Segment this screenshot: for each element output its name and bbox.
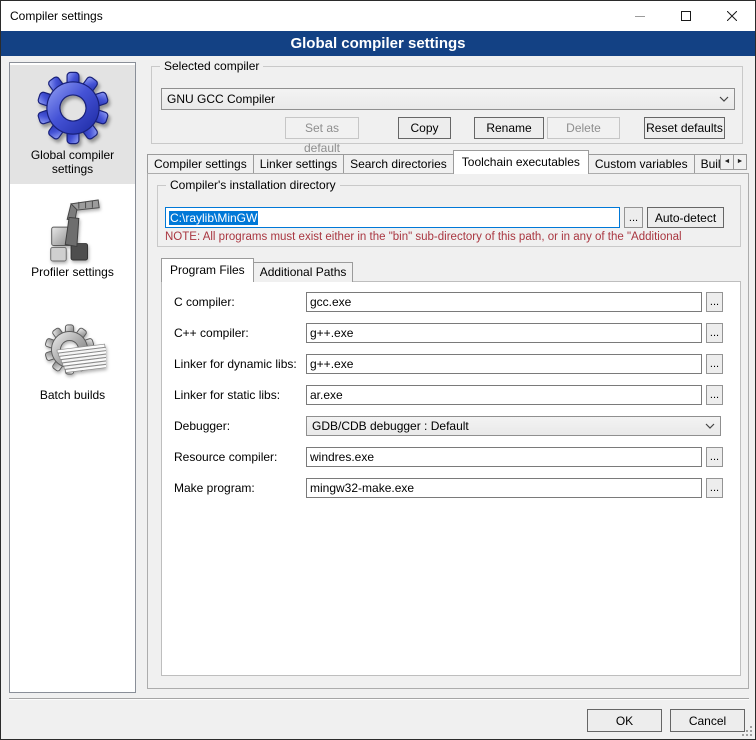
sidebar-item-profiler-settings[interactable]: Profiler settings bbox=[10, 193, 135, 293]
cpp-compiler-input[interactable]: g++.exe bbox=[306, 323, 702, 343]
maximize-icon bbox=[681, 11, 691, 21]
dynamic-linker-value: g++.exe bbox=[310, 357, 353, 371]
make-program-value: mingw32-make.exe bbox=[310, 481, 414, 495]
sub-tab-strip: Program Files Additional Paths bbox=[161, 258, 461, 282]
tab-scroll-arrows: ◄ ► bbox=[721, 154, 747, 170]
minimize-button[interactable] bbox=[617, 1, 663, 31]
chevron-down-icon bbox=[719, 96, 729, 102]
static-linker-label: Linker for static libs: bbox=[174, 385, 280, 405]
main-tab-strip: Compiler settings Linker settings Search… bbox=[147, 150, 721, 174]
sidebar-item-global-compiler-settings[interactable]: Global compiler settings bbox=[10, 65, 135, 184]
copy-button[interactable]: Copy bbox=[398, 117, 451, 139]
sidebar-item-label: Batch builds bbox=[10, 386, 135, 406]
minimize-icon bbox=[635, 11, 645, 21]
caliper-blocks-icon bbox=[42, 197, 104, 263]
tab-toolchain-executables[interactable]: Toolchain executables bbox=[453, 150, 589, 174]
c-compiler-value: gcc.exe bbox=[310, 295, 351, 309]
selected-compiler-group: Selected compiler GNU GCC Compiler Set a… bbox=[151, 66, 743, 144]
field-row-c-compiler: C compiler: gcc.exe ... bbox=[162, 292, 740, 312]
close-button[interactable] bbox=[709, 1, 755, 31]
resize-grip[interactable] bbox=[742, 726, 752, 736]
cancel-button[interactable]: Cancel bbox=[670, 709, 745, 732]
ok-button[interactable]: OK bbox=[587, 709, 662, 732]
static-linker-input[interactable]: ar.exe bbox=[306, 385, 702, 405]
make-program-input[interactable]: mingw32-make.exe bbox=[306, 478, 702, 498]
set-as-default-button[interactable]: Set as default bbox=[285, 117, 359, 139]
footer-divider bbox=[9, 698, 749, 700]
rename-button[interactable]: Rename bbox=[474, 117, 544, 139]
install-dir-group: Compiler's installation directory C:\ray… bbox=[157, 185, 741, 247]
page-title: Global compiler settings bbox=[1, 31, 755, 56]
gray-gear-stack-icon bbox=[40, 320, 106, 386]
cpp-compiler-label: C++ compiler: bbox=[174, 323, 249, 343]
field-row-resource-compiler: Resource compiler: windres.exe ... bbox=[162, 447, 740, 467]
tab-build-options[interactable]: Build options bbox=[694, 154, 721, 174]
make-program-browse-button[interactable]: ... bbox=[706, 478, 723, 498]
tab-scroll-right-button[interactable]: ► bbox=[733, 154, 747, 170]
window-controls bbox=[617, 1, 755, 31]
settings-category-list: Global compiler settings Profiler s bbox=[9, 62, 136, 693]
c-compiler-input[interactable]: gcc.exe bbox=[306, 292, 702, 312]
resource-compiler-input[interactable]: windres.exe bbox=[306, 447, 702, 467]
close-icon bbox=[727, 11, 737, 21]
field-row-debugger: Debugger: GDB/CDB debugger : Default bbox=[162, 416, 740, 436]
static-linker-browse-button[interactable]: ... bbox=[706, 385, 723, 405]
resource-compiler-label: Resource compiler: bbox=[174, 447, 277, 467]
compiler-settings-dialog: Compiler settings Global compiler settin… bbox=[0, 0, 756, 740]
cpp-compiler-value: g++.exe bbox=[310, 326, 353, 340]
tab-scroll-left-button[interactable]: ◄ bbox=[720, 154, 734, 170]
tab-custom-variables[interactable]: Custom variables bbox=[588, 154, 695, 174]
install-dir-note: NOTE: All programs must exist either in … bbox=[165, 231, 735, 243]
dynamic-linker-label: Linker for dynamic libs: bbox=[174, 354, 297, 374]
c-compiler-browse-button[interactable]: ... bbox=[706, 292, 723, 312]
field-row-cpp-compiler: C++ compiler: g++.exe ... bbox=[162, 323, 740, 343]
window-title: Compiler settings bbox=[10, 9, 103, 23]
sidebar-item-label: Profiler settings bbox=[10, 263, 135, 283]
field-row-make-program: Make program: mingw32-make.exe ... bbox=[162, 478, 740, 498]
program-files-page: C compiler: gcc.exe ... C++ compiler: g+… bbox=[161, 281, 741, 676]
make-program-label: Make program: bbox=[174, 478, 255, 498]
auto-detect-button[interactable]: Auto-detect bbox=[647, 207, 724, 228]
dynamic-linker-input[interactable]: g++.exe bbox=[306, 354, 702, 374]
tab-additional-paths[interactable]: Additional Paths bbox=[253, 262, 354, 282]
install-dir-browse-button[interactable]: ... bbox=[624, 207, 643, 228]
install-dir-legend: Compiler's installation directory bbox=[166, 178, 340, 192]
chevron-down-icon bbox=[705, 423, 715, 429]
compiler-select-value: GNU GCC Compiler bbox=[167, 92, 715, 106]
delete-button[interactable]: Delete bbox=[547, 117, 620, 139]
debugger-label: Debugger: bbox=[174, 416, 230, 436]
tab-compiler-settings[interactable]: Compiler settings bbox=[147, 154, 254, 174]
install-dir-value: C:\raylib\MinGW bbox=[169, 211, 258, 225]
dynamic-linker-browse-button[interactable]: ... bbox=[706, 354, 723, 374]
titlebar[interactable]: Compiler settings bbox=[1, 1, 755, 31]
install-dir-input[interactable]: C:\raylib\MinGW bbox=[165, 207, 620, 228]
field-row-dynamic-linker: Linker for dynamic libs: g++.exe ... bbox=[162, 354, 740, 374]
debugger-select[interactable]: GDB/CDB debugger : Default bbox=[306, 416, 721, 436]
selected-compiler-legend: Selected compiler bbox=[160, 59, 263, 73]
sidebar-item-batch-builds[interactable]: Batch builds bbox=[10, 316, 135, 416]
compiler-select[interactable]: GNU GCC Compiler bbox=[161, 88, 735, 110]
blue-gear-icon bbox=[35, 70, 111, 146]
static-linker-value: ar.exe bbox=[310, 388, 343, 402]
sidebar-item-label: Global compiler settings bbox=[10, 146, 135, 180]
maximize-button[interactable] bbox=[663, 1, 709, 31]
c-compiler-label: C compiler: bbox=[174, 292, 235, 312]
cpp-compiler-browse-button[interactable]: ... bbox=[706, 323, 723, 343]
resource-compiler-value: windres.exe bbox=[310, 450, 374, 464]
tab-linker-settings[interactable]: Linker settings bbox=[253, 154, 344, 174]
resource-compiler-browse-button[interactable]: ... bbox=[706, 447, 723, 467]
tab-search-directories[interactable]: Search directories bbox=[343, 154, 454, 174]
reset-defaults-button[interactable]: Reset defaults bbox=[644, 117, 725, 139]
field-row-static-linker: Linker for static libs: ar.exe ... bbox=[162, 385, 740, 405]
debugger-value: GDB/CDB debugger : Default bbox=[312, 419, 701, 433]
tab-program-files[interactable]: Program Files bbox=[161, 258, 254, 282]
